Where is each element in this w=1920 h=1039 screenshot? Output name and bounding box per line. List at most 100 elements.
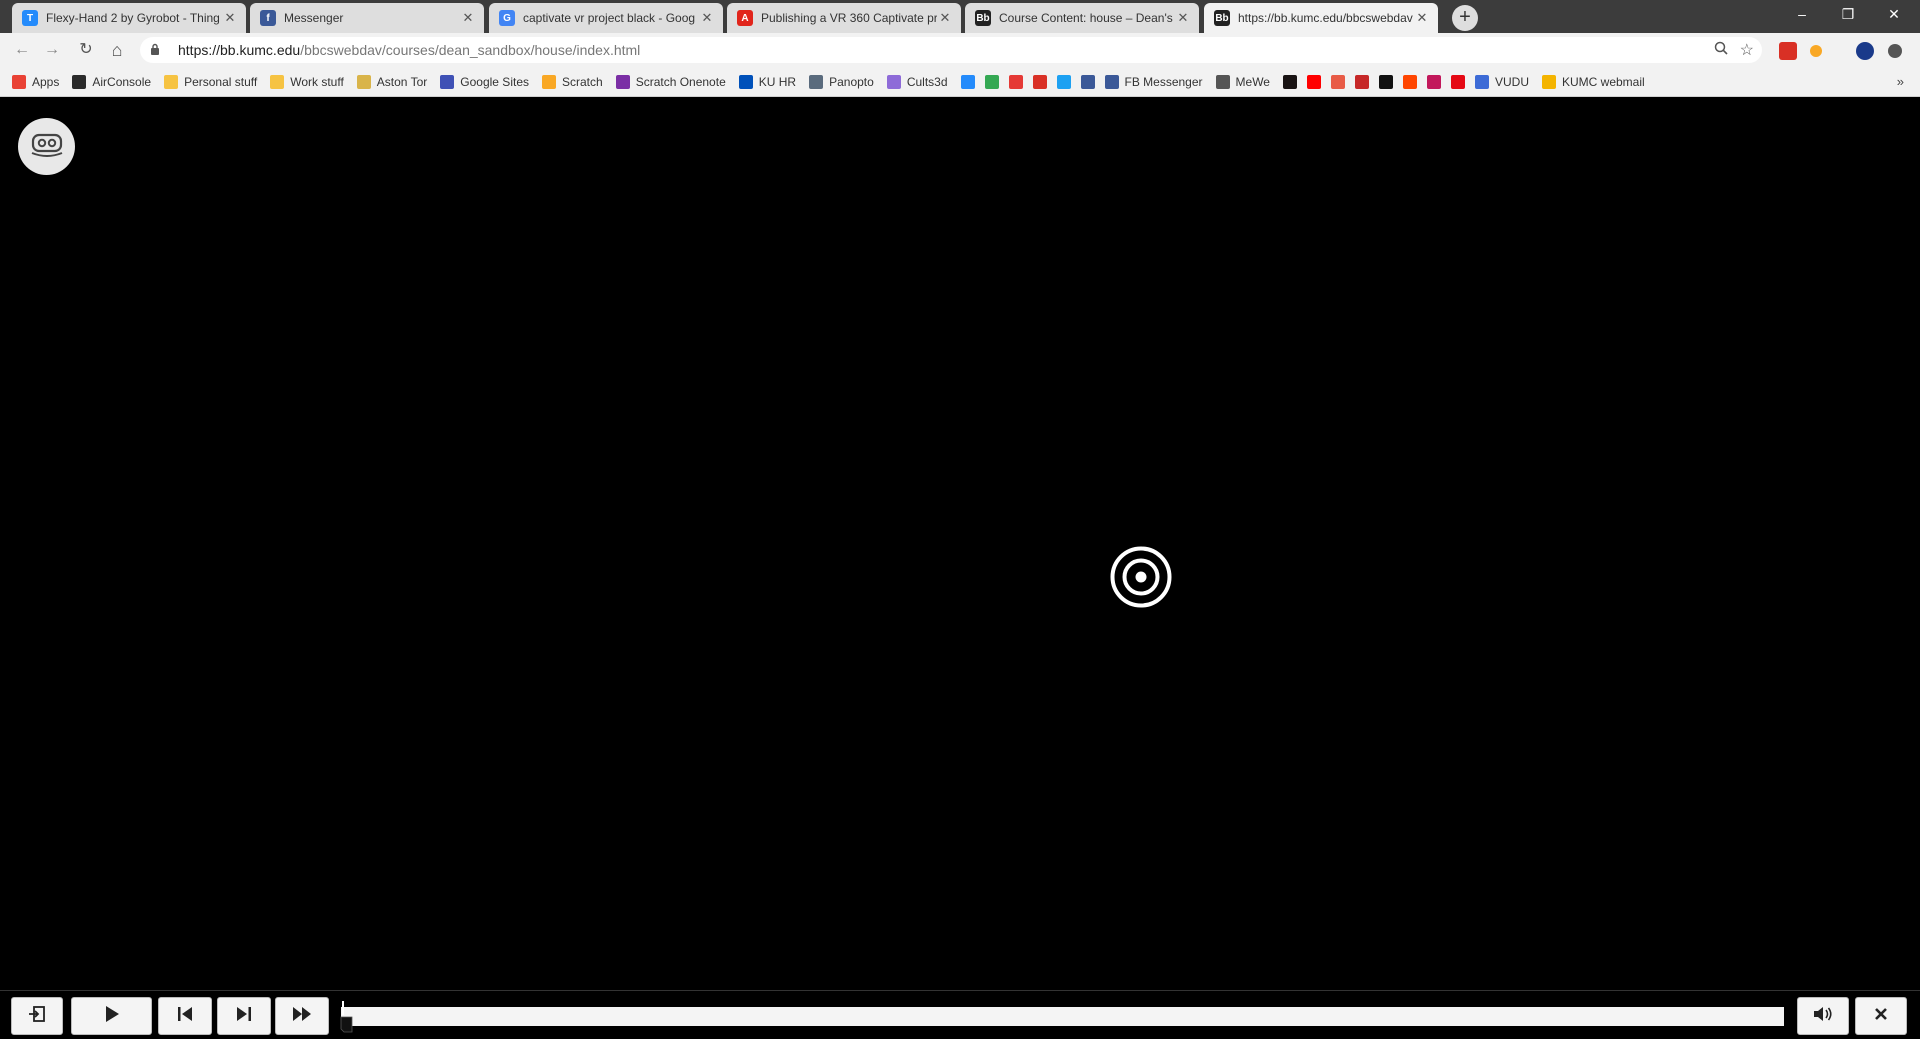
next-button[interactable] <box>217 997 271 1035</box>
browser-tab[interactable]: Bb Course Content: house – Dean's ✕ <box>965 3 1199 33</box>
close-button[interactable] <box>1855 997 1907 1035</box>
home-button[interactable]: ⌂ <box>107 40 127 60</box>
blackboard-icon: Bb <box>1214 10 1230 26</box>
bookmark-item[interactable] <box>1282 74 1297 89</box>
minimize-button[interactable]: – <box>1780 2 1824 26</box>
scratch-icon <box>542 74 556 89</box>
folder-icon <box>164 74 179 89</box>
tab-close-icon[interactable]: ✕ <box>1175 10 1191 26</box>
vr-headset-icon <box>29 129 65 164</box>
browser-tab[interactable]: Gcaptivate vr project black - Goog ✕ <box>489 3 723 33</box>
bookmark-star-icon[interactable]: ☆ <box>1740 40 1754 60</box>
fast-forward-button[interactable] <box>275 997 329 1035</box>
profile-avatar[interactable] <box>1856 42 1874 60</box>
skip-back-icon <box>177 1006 193 1027</box>
exit-button[interactable] <box>11 997 63 1035</box>
bookmark-item[interactable]: Scratch <box>542 74 603 89</box>
browser-toolbar: ← → ↻ ⌂ https://bb.kumc.edu/bbcswebdav/c… <box>0 33 1920 67</box>
digg-icon <box>1378 74 1393 89</box>
forward-button[interactable]: → <box>42 40 62 60</box>
bookmark-item[interactable]: Aston Tor <box>356 74 427 89</box>
close-icon <box>1874 1007 1888 1026</box>
vr-headset-toggle-button[interactable] <box>18 118 75 175</box>
fast-forward-icon <box>292 1006 312 1027</box>
bookmark-item[interactable]: AirConsole <box>72 74 151 89</box>
bookmark-item[interactable] <box>1330 74 1345 89</box>
bookmark-item[interactable] <box>1080 74 1095 89</box>
bookmark-item[interactable] <box>1450 74 1465 89</box>
apps-grid-icon <box>12 74 26 89</box>
bookmarks-overflow-button[interactable]: » <box>1897 74 1904 89</box>
aston-tor-icon <box>356 74 371 89</box>
bookmark-item[interactable] <box>1032 74 1047 89</box>
wrench-extension-icon[interactable] <box>1810 45 1822 57</box>
vr-360-viewport[interactable] <box>0 98 1920 990</box>
tab-close-icon[interactable]: ✕ <box>222 10 238 26</box>
tab-title: Flexy-Hand 2 by Gyrobot - Thing <box>46 11 220 25</box>
bookmark-item[interactable]: MeWe <box>1215 74 1270 89</box>
zoom-icon[interactable] <box>1714 41 1728 58</box>
bookmark-item[interactable]: Personal stuff <box>164 74 257 89</box>
rewind-button[interactable] <box>158 997 212 1035</box>
bookmark-label: Scratch <box>562 74 603 89</box>
bookmark-item[interactable]: Apps <box>12 74 59 89</box>
bookmark-item[interactable] <box>1378 74 1393 89</box>
volume-button[interactable] <box>1797 997 1849 1035</box>
bookmark-item[interactable]: Work stuff <box>270 74 344 89</box>
browser-tab[interactable]: A Publishing a VR 360 Captivate pr ✕ <box>727 3 961 33</box>
bookmark-item[interactable]: Google Sites <box>440 74 529 89</box>
bookmark-item[interactable] <box>1056 74 1071 89</box>
gmail-icon <box>1032 74 1047 89</box>
google-sites-icon <box>440 74 455 89</box>
bookmark-label: Scratch Onenote <box>635 74 726 89</box>
browser-tab[interactable]: f Messenger ✕ <box>250 3 484 33</box>
red-app-icon <box>1008 74 1023 89</box>
url-path: /bbcswebdav/courses/dean_sandbox/house/i… <box>300 42 641 58</box>
bookmark-item[interactable]: KUMC webmail <box>1542 74 1645 89</box>
bookmark-item[interactable]: KU HR <box>738 74 796 89</box>
bookmark-item[interactable]: Cults3d <box>886 74 948 89</box>
spotify-icon <box>1282 74 1297 89</box>
bookmark-label: Google Sites <box>460 74 529 89</box>
bookmark-item[interactable] <box>1426 74 1441 89</box>
bookmark-item[interactable]: FB Messenger <box>1104 74 1203 89</box>
play-button[interactable] <box>71 997 152 1035</box>
tab-close-icon[interactable]: ✕ <box>699 10 715 26</box>
url-host: https://bb.kumc.edu <box>178 42 301 58</box>
restore-button[interactable]: ❐ <box>1826 2 1870 26</box>
ku-icon <box>809 74 824 89</box>
exit-icon <box>28 1005 46 1028</box>
reload-button[interactable]: ↻ <box>76 40 96 60</box>
browser-tab[interactable]: T Flexy-Hand 2 by Gyrobot - Thing ✕ <box>12 3 246 33</box>
bookmark-item[interactable] <box>1306 74 1321 89</box>
browser-tab[interactable]: Bb https://bb.kumc.edu/bbcswebdav ✕ <box>1204 3 1438 33</box>
speaker-icon <box>1813 1005 1833 1028</box>
back-button[interactable]: ← <box>12 40 32 60</box>
tab-close-icon[interactable]: ✕ <box>937 10 953 26</box>
bookmark-item[interactable]: Scratch Onenote <box>615 74 726 89</box>
progress-scrubber[interactable] <box>340 1001 354 1034</box>
address-bar[interactable]: https://bb.kumc.edu/bbcswebdav/courses/d… <box>140 37 1762 63</box>
patreon-icon <box>1330 74 1345 89</box>
bookmark-item[interactable] <box>1402 74 1417 89</box>
progress-bar[interactable] <box>341 1007 1784 1026</box>
blackboard-icon: Bb <box>975 10 991 26</box>
bookmark-item[interactable] <box>984 74 999 89</box>
bookmark-label: VUDU <box>1494 74 1529 89</box>
bookmark-item[interactable] <box>1354 74 1369 89</box>
bookmark-item[interactable] <box>1008 74 1023 89</box>
red-v-icon <box>1354 74 1369 89</box>
skip-forward-icon <box>236 1006 252 1027</box>
new-tab-button[interactable]: + <box>1452 5 1478 31</box>
window-close-button[interactable]: ✕ <box>1872 2 1916 26</box>
bookmark-label: Cults3d <box>906 74 948 89</box>
bookmark-item[interactable]: VUDU <box>1474 74 1529 89</box>
bookmark-item[interactable]: Panopto <box>809 74 874 89</box>
tab-title: Publishing a VR 360 Captivate pr <box>761 11 937 25</box>
chrome-menu-icon[interactable] <box>1888 44 1902 58</box>
colorful-grid-icon <box>984 74 999 89</box>
bookmark-item[interactable] <box>960 74 975 89</box>
gmail-checker-extension-icon[interactable] <box>1779 42 1797 60</box>
tab-close-icon[interactable]: ✕ <box>460 10 476 26</box>
tab-close-icon[interactable]: ✕ <box>1414 10 1430 26</box>
